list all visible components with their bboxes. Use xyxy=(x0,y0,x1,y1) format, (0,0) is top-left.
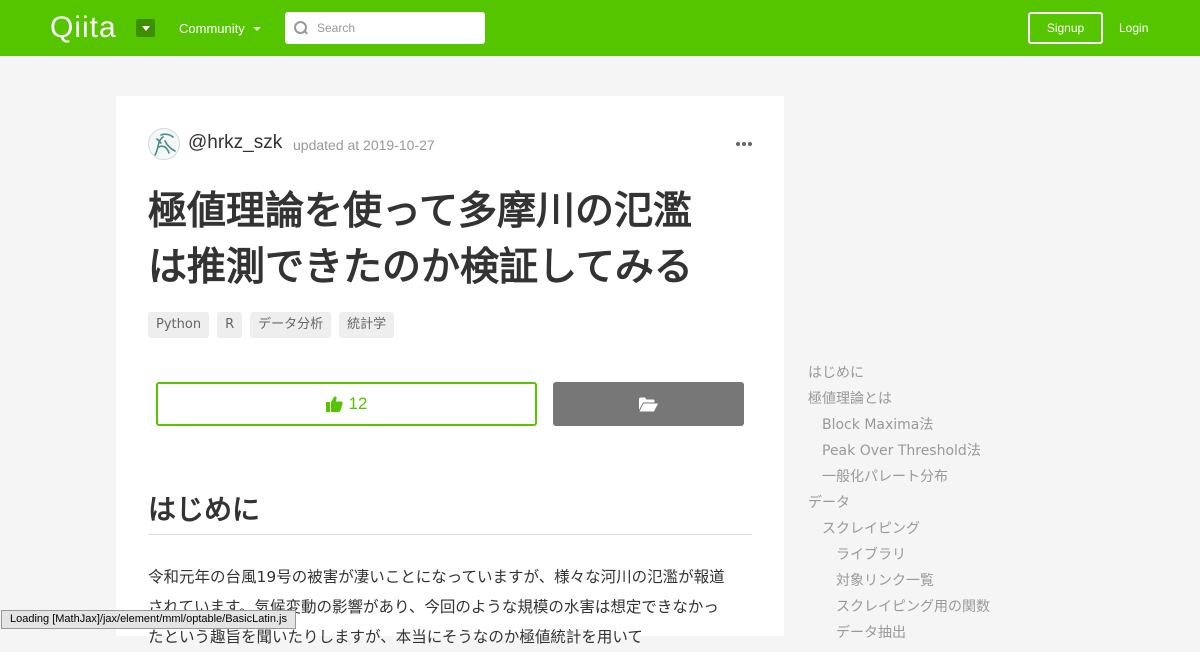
table-of-contents: はじめに 極値理論とは Block Maxima法 Peak Over Thre… xyxy=(808,360,1088,646)
author-name[interactable]: @hrkz_szk xyxy=(188,132,282,154)
login-link[interactable]: Login xyxy=(1119,20,1148,36)
body-line: 令和元年の台風19号の被害が凄いことになっていますが、様々な河川の氾濫が報道 xyxy=(148,568,725,586)
toc-item[interactable]: スクレイピング用の関数 xyxy=(808,594,1088,620)
community-label: Community xyxy=(179,21,245,36)
service-menu-button[interactable] xyxy=(136,19,155,37)
toc-item[interactable]: 一般化パレート分布 xyxy=(808,464,1088,490)
thumbs-up-icon xyxy=(325,396,343,412)
browser-status-bar: Loading [MathJax]/jax/element/mml/optabl… xyxy=(1,610,296,629)
qiita-logo[interactable]: Qiita xyxy=(50,11,117,45)
community-dropdown[interactable]: Community xyxy=(179,21,261,37)
article-title: 極値理論を使って多摩川の氾濫 は推測できたのか検証してみる xyxy=(148,184,748,296)
toc-item[interactable]: Peak Over Threshold法 xyxy=(808,438,1088,464)
search-box[interactable] xyxy=(285,12,485,44)
section-heading: はじめに xyxy=(148,490,752,535)
tag-statistics[interactable]: 統計学 xyxy=(339,312,395,338)
signup-button[interactable]: Signup xyxy=(1028,12,1103,44)
toc-item[interactable]: はじめに xyxy=(808,360,1088,386)
tag-data-analysis[interactable]: データ分析 xyxy=(250,312,332,338)
toc-item[interactable]: ライブラリ xyxy=(808,542,1088,568)
article-title-line: は推測できたのか検証してみる xyxy=(148,245,693,290)
article-title-line: 極値理論を使って多摩川の氾濫 xyxy=(148,189,693,234)
toc-item[interactable]: スクレイピング xyxy=(808,516,1088,542)
chevron-down-icon xyxy=(252,27,261,31)
global-header: Qiita Community Signup Login xyxy=(0,0,1200,56)
chevron-down-icon xyxy=(141,25,150,31)
like-button[interactable]: 12 xyxy=(156,382,537,426)
avatar-image xyxy=(154,133,176,156)
author-avatar[interactable] xyxy=(148,128,180,160)
more-options-icon[interactable] xyxy=(736,142,752,148)
article-card: @hrkz_szk updated at 2019-10-27 極値理論を使って… xyxy=(116,96,784,646)
updated-date: updated at 2019-10-27 xyxy=(293,137,435,153)
tag-python[interactable]: Python xyxy=(148,312,210,338)
folder-open-icon xyxy=(639,397,658,411)
toc-item[interactable]: 極値理論とは xyxy=(808,386,1088,412)
article-body: 令和元年の台風19号の被害が凄いことになっていますが、様々な河川の氾濫が報道 さ… xyxy=(148,562,752,652)
tag-list: Python R データ分析 統計学 xyxy=(148,312,395,338)
search-input[interactable] xyxy=(317,21,477,35)
toc-item[interactable]: データ xyxy=(808,490,1088,516)
toc-item[interactable]: データ抽出 xyxy=(808,620,1088,646)
like-count: 12 xyxy=(348,394,368,413)
stock-button[interactable] xyxy=(553,382,744,426)
toc-item[interactable]: Block Maxima法 xyxy=(808,412,1088,438)
tag-r[interactable]: R xyxy=(217,312,243,338)
search-icon xyxy=(294,21,308,35)
toc-item[interactable]: 対象リンク一覧 xyxy=(808,568,1088,594)
